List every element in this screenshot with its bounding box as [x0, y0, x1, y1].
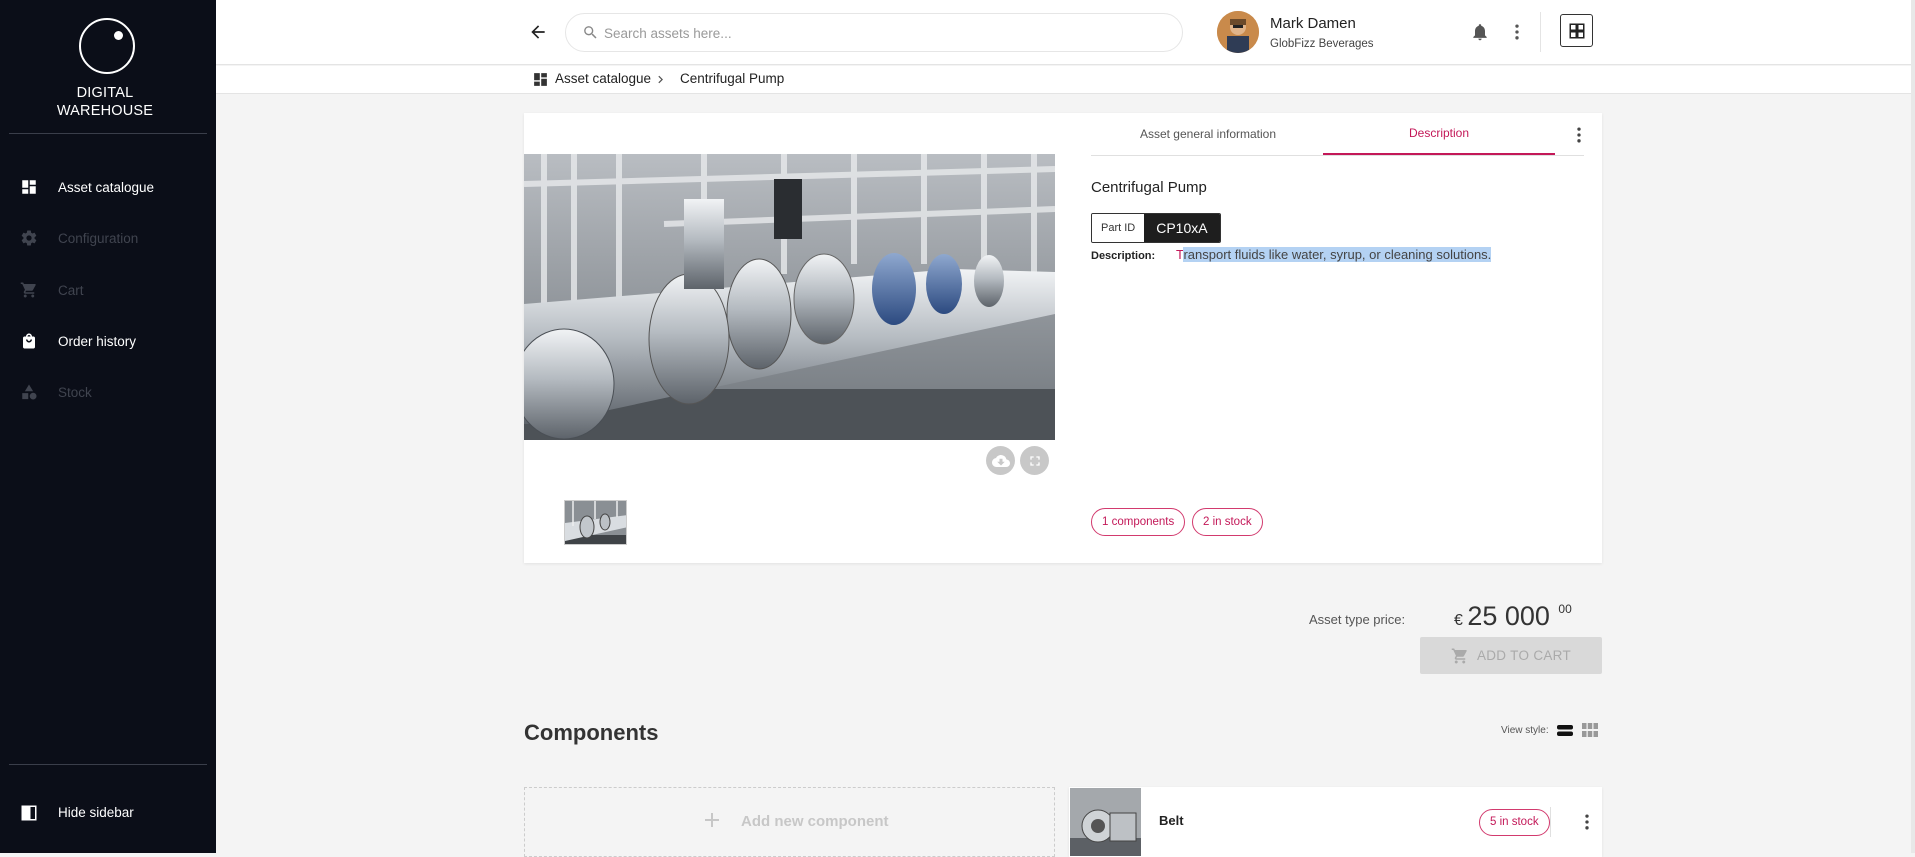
gear-icon	[21, 230, 37, 246]
hide-sidebar-button[interactable]: Hide sidebar	[0, 800, 216, 826]
price-cents: 00	[1558, 602, 1572, 616]
logo-line-1: DIGITAL	[76, 85, 134, 101]
dashboard-icon	[22, 180, 36, 194]
components-count-chip[interactable]: 1 components	[1091, 508, 1186, 536]
grid-icon	[1569, 23, 1584, 38]
shopping-bag-icon	[23, 333, 35, 349]
description-label: Description:	[1091, 250, 1156, 262]
chevron-right-icon	[658, 75, 663, 84]
component-name: Belt	[1159, 813, 1184, 828]
part-id-value: CP10xA	[1144, 214, 1220, 242]
price-currency: €	[1454, 612, 1463, 629]
fullscreen-icon	[1029, 455, 1040, 466]
price-value: € 25 000 00	[1454, 601, 1572, 632]
back-arrow-icon[interactable]	[528, 22, 548, 42]
fullscreen-button[interactable]	[1020, 446, 1049, 475]
cart-icon	[20, 282, 36, 298]
component-stock-chip[interactable]: 5 in stock	[1479, 809, 1550, 836]
more-vert-icon[interactable]	[1569, 125, 1589, 145]
sidebar-item-label: Stock	[58, 384, 92, 400]
sidebar-item-label: Order history	[58, 333, 137, 349]
scrollbar[interactable]	[1911, 0, 1915, 853]
list-view-icon[interactable]	[1557, 725, 1573, 736]
sidebar-item-order-history[interactable]: Order history	[0, 321, 216, 361]
more-vert-icon[interactable]	[1507, 22, 1527, 42]
price-label: Asset type price:	[1309, 612, 1406, 627]
breadcrumb-current: Centrifugal Pump	[680, 71, 785, 86]
more-vert-icon[interactable]	[1577, 812, 1597, 832]
sidebar-item-label: Cart	[58, 282, 84, 298]
avatar[interactable]	[1217, 11, 1259, 53]
bell-icon[interactable]	[1470, 22, 1490, 42]
components-heading: Components	[524, 720, 659, 745]
add-to-cart-label: ADD TO CART	[1476, 648, 1572, 663]
sidebar-divider	[9, 764, 207, 765]
product-main-image[interactable]	[524, 154, 1055, 440]
sidebar-item-configuration[interactable]: Configuration	[0, 218, 216, 258]
plus-icon	[705, 813, 719, 827]
view-style-label: View style:	[1501, 725, 1549, 736]
dashboard-icon	[534, 73, 547, 86]
grid-view-icon[interactable]	[1582, 723, 1598, 737]
user-company: GlobFizz Beverages	[1270, 38, 1374, 50]
component-card[interactable]: Belt 5 in stock	[1069, 787, 1602, 857]
sidebar-divider	[9, 133, 207, 134]
price-amount: 25 000	[1467, 601, 1550, 631]
hide-sidebar-label: Hide sidebar	[58, 805, 134, 820]
part-id-badge: Part ID CP10xA	[1091, 213, 1221, 243]
search-bar	[565, 13, 1183, 52]
product-title: Centrifugal Pump	[1091, 179, 1207, 196]
divider	[1540, 12, 1541, 52]
logo-line-2: WAREHOUSE	[56, 103, 154, 119]
logo-text: DIGITAL WAREHOUSE	[0, 84, 210, 120]
description-text: Transport fluids like water, syrup, or c…	[1176, 247, 1492, 262]
component-image	[1070, 788, 1141, 856]
sidebar-item-cart[interactable]: Cart	[0, 270, 216, 310]
cart-icon	[1451, 648, 1467, 663]
sidebar-item-label: Asset catalogue	[58, 179, 155, 195]
cloud-download-icon	[991, 454, 1010, 467]
stock-icon	[22, 384, 37, 400]
divider	[1550, 807, 1551, 837]
tabs-divider	[1091, 155, 1584, 156]
add-new-component-button[interactable]: Add new component	[524, 787, 1055, 857]
sidebar-item-label: Configuration	[58, 230, 139, 246]
user-name: Mark Damen	[1270, 15, 1356, 32]
search-icon	[584, 26, 597, 39]
breadcrumb: Asset catalogue Centrifugal Pump	[216, 66, 1911, 94]
add-to-cart-button[interactable]: ADD TO CART	[1420, 637, 1602, 674]
breadcrumb-link-asset-catalogue[interactable]: Asset catalogue	[555, 71, 651, 86]
product-card: Asset general information Description Ce…	[524, 113, 1602, 563]
sidebar-toggle-icon	[21, 805, 37, 821]
top-bar: Mark Damen GlobFizz Beverages	[216, 0, 1911, 65]
sidebar: DIGITAL WAREHOUSE Asset catalogue Config…	[0, 0, 216, 853]
tab-asset-general-information[interactable]: Asset general information	[1092, 113, 1324, 155]
search-input[interactable]	[604, 23, 1164, 43]
image-thumbnail[interactable]	[564, 500, 627, 545]
sidebar-item-asset-catalogue[interactable]: Asset catalogue	[0, 167, 216, 207]
download-button[interactable]	[986, 446, 1015, 475]
add-new-component-label: Add new component	[741, 813, 889, 830]
part-id-label: Part ID	[1092, 214, 1145, 242]
stock-count-chip[interactable]: 2 in stock	[1192, 508, 1263, 536]
description-selected-text: ransport fluids like water, syrup, or cl…	[1183, 247, 1492, 262]
sidebar-item-stock[interactable]: Stock	[0, 372, 216, 412]
logo-icon	[79, 18, 135, 74]
apps-grid-button[interactable]	[1560, 14, 1593, 47]
tab-description[interactable]: Description	[1323, 113, 1555, 155]
